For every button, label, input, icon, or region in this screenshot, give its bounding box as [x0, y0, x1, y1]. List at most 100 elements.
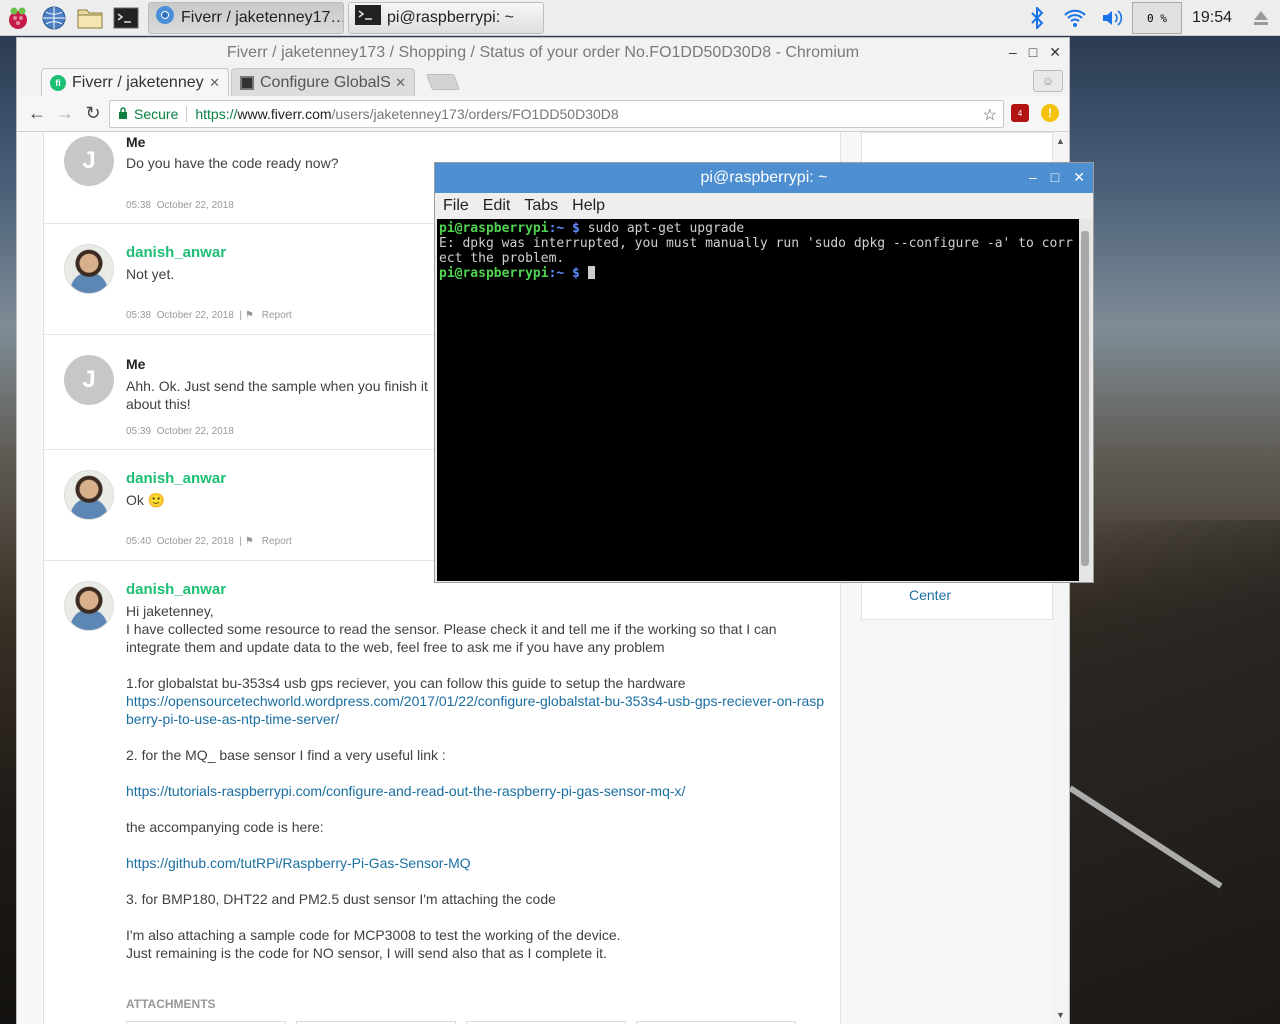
- sidebar-link-center[interactable]: Center: [909, 587, 951, 603]
- prompt-user: pi@raspberrypi: [439, 221, 549, 236]
- web-browser-launcher-icon[interactable]: [36, 0, 72, 36]
- cpu-usage: 0 %: [1147, 11, 1167, 25]
- task-chromium-label: Fiverr / jaketenney17…: [181, 8, 344, 26]
- volume-icon[interactable]: [1094, 0, 1132, 36]
- message-date: October 22, 2018: [156, 310, 234, 321]
- report-link[interactable]: Report: [262, 310, 292, 321]
- avatar: [64, 244, 114, 294]
- secure-indicator[interactable]: Secure: [118, 106, 178, 122]
- scroll-down-icon[interactable]: ▼: [1056, 1010, 1065, 1020]
- url-host: www.fiverr.com: [237, 106, 332, 122]
- menu-file[interactable]: File: [443, 197, 469, 215]
- minimize-icon[interactable]: –: [1009, 44, 1017, 61]
- report-flag-icon[interactable]: ⚑: [245, 310, 254, 321]
- forward-arrow-icon[interactable]: →: [51, 100, 79, 128]
- text-cursor: [587, 266, 595, 279]
- avatar: [64, 470, 114, 520]
- avatar: J: [64, 355, 114, 405]
- raspberry-menu-icon[interactable]: [0, 0, 36, 36]
- terminal-screen[interactable]: pi@raspberrypi:~ $ sudo apt-get upgrade …: [437, 219, 1079, 581]
- task-terminal-label: pi@raspberrypi: ~: [387, 8, 514, 26]
- maximize-icon[interactable]: □: [1029, 44, 1037, 61]
- secure-label: Secure: [134, 106, 179, 122]
- terminal-scrollbar[interactable]: [1079, 219, 1091, 581]
- page-favicon-icon: [240, 75, 254, 90]
- message-sender: danish_anwar: [126, 581, 227, 598]
- profile-icon[interactable]: ☺: [1033, 70, 1063, 92]
- tab-strip: fi Fiverr / jaketenney ✕ Configure Globa…: [17, 68, 1069, 96]
- lock-icon: [118, 106, 128, 122]
- chromium-titlebar[interactable]: Fiverr / jaketenney173 / Shopping / Stat…: [17, 38, 1069, 68]
- command-line: sudo apt-get upgrade: [579, 221, 745, 236]
- tab-fiverr[interactable]: fi Fiverr / jaketenney ✕: [41, 68, 229, 96]
- menu-help[interactable]: Help: [572, 197, 605, 215]
- task-terminal[interactable]: pi@raspberrypi: ~: [348, 1, 544, 34]
- scroll-up-icon[interactable]: ▲: [1056, 136, 1065, 146]
- terminal-launcher-icon[interactable]: [108, 0, 144, 36]
- message-line: 1.for globalstat bu-353s4 usb gps reciev…: [126, 675, 686, 691]
- file-manager-launcher-icon[interactable]: [72, 0, 108, 36]
- extension-badge: 4: [1017, 108, 1023, 118]
- chromium-icon: [155, 5, 175, 30]
- message-time: 05:40: [126, 536, 152, 547]
- error-output: E: dpkg was interrupted, you must manual…: [439, 236, 1073, 266]
- eject-icon[interactable]: [1242, 0, 1280, 36]
- tab-configure-label: Configure GlobalS: [260, 73, 391, 91]
- system-tray: 0 % 19:54: [1018, 0, 1280, 36]
- reload-icon[interactable]: ↻: [79, 100, 107, 128]
- message-time: 05:38: [126, 200, 152, 211]
- tab-close-icon[interactable]: ✕: [209, 75, 220, 91]
- task-chromium[interactable]: Fiverr / jaketenney17…: [148, 1, 344, 34]
- address-bar[interactable]: Secure https://www.fiverr.com/users/jake…: [109, 100, 1004, 128]
- new-tab-button[interactable]: [426, 74, 460, 90]
- close-icon[interactable]: ✕: [1049, 44, 1061, 61]
- warning-extension-icon[interactable]: !: [1041, 104, 1059, 122]
- report-link[interactable]: Report: [262, 536, 292, 547]
- prompt-user: pi@raspberrypi: [439, 266, 549, 281]
- terminal-icon: [355, 5, 381, 30]
- url-path: /users/jaketenney173/orders/FO1DD50D30D8: [331, 106, 619, 122]
- message-item: danish_anwar Hi jaketenney, I have colle…: [44, 561, 842, 1024]
- tab-configure[interactable]: Configure GlobalS ✕: [231, 68, 415, 96]
- message-sender: Me: [126, 356, 146, 372]
- message-line: I have collected some resource to read t…: [126, 621, 777, 655]
- back-arrow-icon[interactable]: ←: [23, 100, 51, 128]
- terminal-titlebar[interactable]: pi@raspberrypi: ~ – □ ✕: [435, 163, 1093, 193]
- ublock-extension-icon[interactable]: 4: [1011, 104, 1029, 122]
- report-flag-icon[interactable]: ⚑: [245, 536, 254, 547]
- menu-edit[interactable]: Edit: [483, 197, 511, 215]
- clock[interactable]: 19:54: [1182, 9, 1242, 27]
- minimize-icon[interactable]: –: [1029, 169, 1037, 186]
- guide-link[interactable]: https://opensourcetechworld.wordpress.co…: [126, 692, 826, 728]
- taskbar: Fiverr / jaketenney17… pi@raspberrypi: ~…: [0, 0, 1280, 36]
- attachments-heading: ATTACHMENTS: [126, 997, 216, 1011]
- tab-close-icon[interactable]: ✕: [395, 75, 406, 91]
- chromium-window-title: Fiverr / jaketenney173 / Shopping / Stat…: [226, 44, 860, 61]
- message-date: October 22, 2018: [156, 200, 234, 211]
- tab-fiverr-label: Fiverr / jaketenney: [72, 73, 204, 91]
- wifi-icon[interactable]: [1056, 0, 1094, 36]
- message-line: Hi jaketenney,: [126, 603, 214, 619]
- terminal-window: pi@raspberrypi: ~ – □ ✕ File Edit Tabs H…: [434, 162, 1094, 583]
- message-time: 05:38: [126, 310, 152, 321]
- prompt-path: :~ $: [548, 221, 580, 236]
- message-line: I'm also attaching a sample code for MCP…: [126, 927, 621, 943]
- message-line: 2. for the MQ_ base sensor I find a very…: [126, 747, 446, 763]
- desktop-wallpaper-road: [1060, 520, 1280, 1024]
- message-date: October 22, 2018: [156, 426, 234, 437]
- menu-tabs[interactable]: Tabs: [524, 197, 558, 215]
- message-sender: Me: [126, 134, 146, 150]
- github-link[interactable]: https://github.com/tutRPi/Raspberry-Pi-G…: [126, 854, 826, 872]
- message-line: the accompanying code is here:: [126, 819, 324, 835]
- cpu-monitor[interactable]: 0 %: [1131, 2, 1182, 34]
- bookmark-star-icon[interactable]: ☆: [983, 105, 997, 125]
- message-time: 05:39: [126, 426, 152, 437]
- close-icon[interactable]: ✕: [1073, 169, 1085, 186]
- maximize-icon[interactable]: □: [1051, 169, 1059, 186]
- message-sender: danish_anwar: [126, 244, 227, 261]
- prompt-path: :~ $: [548, 266, 580, 281]
- tutorial-link[interactable]: https://tutorials-raspberrypi.com/config…: [126, 782, 826, 800]
- message-line: Just remaining is the code for NO sensor…: [126, 945, 607, 961]
- terminal-scroll-thumb[interactable]: [1081, 231, 1089, 566]
- bluetooth-icon[interactable]: [1018, 0, 1056, 36]
